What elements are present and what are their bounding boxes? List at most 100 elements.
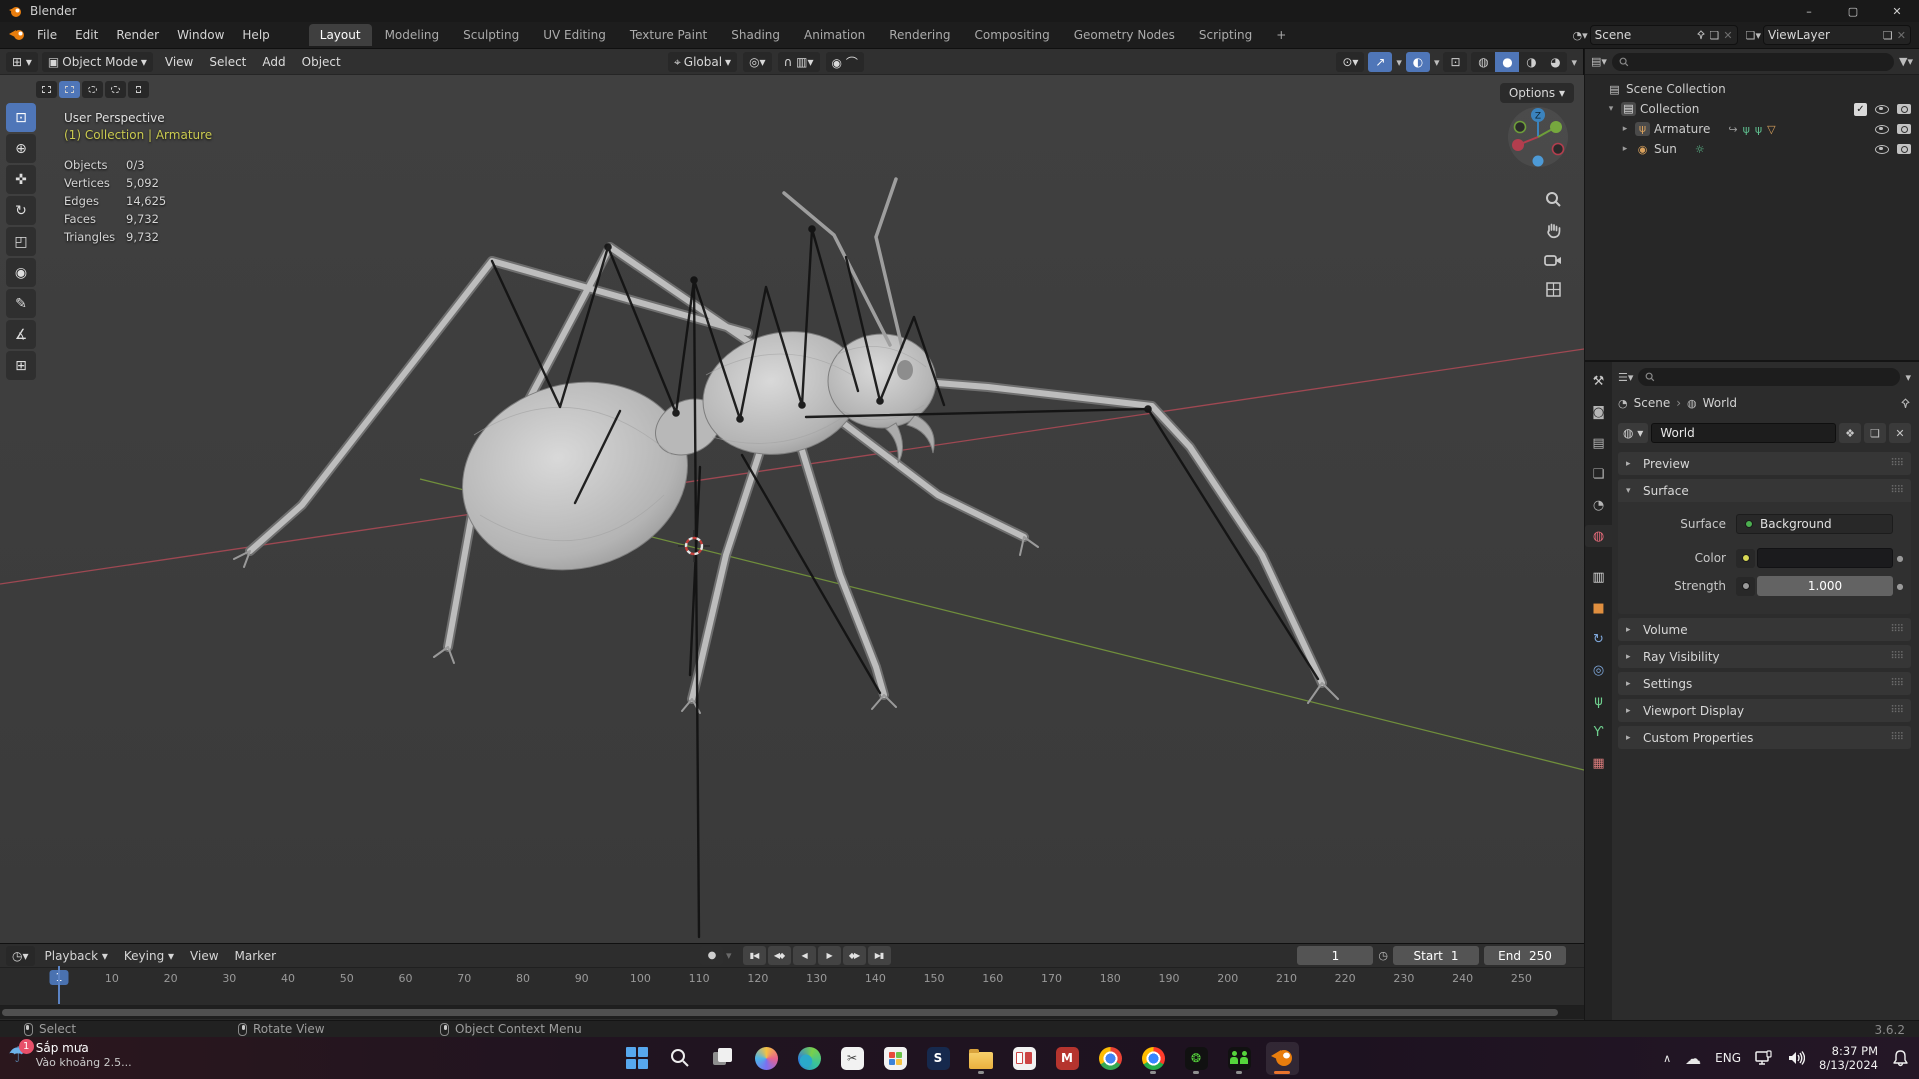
duplicate-button[interactable]: ❏ [1864,423,1886,443]
close-icon[interactable]: ✕ [1723,29,1732,42]
tool-cursor[interactable]: ⊕ [6,134,36,163]
language-indicator[interactable]: ENG [1715,1051,1741,1065]
select-mode-tweak[interactable] [36,81,57,98]
copy-icon[interactable]: ❏ [1710,29,1720,42]
frame-tick-60[interactable]: 60 [399,972,413,985]
gizmo-y-axis[interactable] [1550,121,1562,133]
current-frame-field[interactable]: 1 [1297,946,1373,965]
panel-custom-properties[interactable]: ▸Custom Properties⠿⠿ [1618,726,1911,749]
workspace-tab-uv-editing[interactable]: UV Editing [532,24,617,46]
viewport-3d[interactable]: ⊞ ▾ ▣ Object Mode ▾ ViewSelectAddObject … [0,49,1584,943]
scene-selector[interactable]: ◔▾ Scene ❏ ✕ [1572,25,1737,45]
shading-material-button[interactable]: ◑ [1519,52,1543,72]
panel-settings[interactable]: ▸Settings⠿⠿ [1618,672,1911,695]
panel-ray-visibility[interactable]: ▸Ray Visibility⠿⠿ [1618,645,1911,668]
xray-toggle[interactable]: ⊡ [1443,52,1467,72]
volume-icon[interactable] [1787,1050,1805,1066]
clock-widget[interactable]: 8:37 PM 8/13/2024 [1819,1044,1878,1072]
add-workspace-button[interactable]: + [1265,24,1297,46]
prev-keyframe-button[interactable]: ◀◆ [768,946,791,965]
select-mode-circle[interactable] [82,81,103,98]
hide-eye-icon[interactable] [1875,125,1889,134]
tool-rotate[interactable]: ↻ [6,196,36,225]
file-explorer-button[interactable] [965,1042,998,1075]
tool-move[interactable]: ✜ [6,165,36,194]
windows-start-button[interactable] [621,1042,654,1075]
strength-socket[interactable] [1736,577,1755,596]
shading-wireframe-button[interactable]: ◍ [1471,52,1495,72]
jump-to-end-button[interactable]: ▶▮ [868,946,891,965]
tab-world[interactable]: ◍ [1585,525,1612,547]
zoom-icon[interactable] [1545,191,1562,208]
microsoft-store-button[interactable] [879,1042,912,1075]
frame-tick-100[interactable]: 100 [630,972,651,985]
workspace-tab-sculpting[interactable]: Sculpting [452,24,530,46]
panel-viewport-display[interactable]: ▸Viewport Display⠿⠿ [1618,699,1911,722]
breadcrumb-world[interactable]: World [1703,396,1737,410]
workspace-tab-shading[interactable]: Shading [720,24,791,46]
frame-tick-220[interactable]: 220 [1335,972,1356,985]
color-socket[interactable] [1736,549,1755,568]
onedrive-icon[interactable]: ☁ [1685,1049,1701,1068]
scene-name[interactable]: Scene [1595,28,1692,42]
animate-dot-icon[interactable]: ● [1893,582,1907,591]
editor-type-button[interactable]: ⊞ ▾ [6,52,38,72]
color-swatch[interactable] [1757,548,1893,568]
workspace-tab-modeling[interactable]: Modeling [374,24,451,46]
taskbar-search-button[interactable] [664,1042,697,1075]
frame-tick-200[interactable]: 200 [1217,972,1238,985]
tab-physics[interactable]: ◎ [1585,659,1612,681]
pin-icon[interactable] [1900,398,1911,409]
outliner-row-armature[interactable]: ▸ψArmature↪ψψ▽ [1585,119,1919,139]
tab-object[interactable]: ■ [1585,597,1612,619]
timeline-menu-playback[interactable]: Playback ▾ [37,946,116,966]
snap-toggle[interactable]: ∩ ▥▾ [778,52,820,72]
timeline-scrollbar[interactable] [0,1006,1584,1019]
world-name-field[interactable]: World [1651,423,1836,443]
frame-tick-130[interactable]: 130 [806,972,827,985]
start-frame-field[interactable]: Start1 [1393,946,1479,965]
close-button[interactable]: ✕ [1875,0,1919,22]
viewport-canvas[interactable]: ⊡⊕✜↻◰◉✎∡⊞ User Perspective (1) Collectio… [0,75,1584,943]
frame-tick-160[interactable]: 160 [982,972,1003,985]
workspace-tab-geometry-nodes[interactable]: Geometry Nodes [1063,24,1186,46]
blender-taskbar-button[interactable] [1266,1042,1299,1075]
visibility-dropdown[interactable]: ⊙▾ [1336,52,1364,72]
animate-dot-icon[interactable]: ● [1893,554,1907,563]
task-view-button[interactable] [707,1042,740,1075]
auto-keying-button[interactable]: ● [700,946,723,965]
outliner-row-sun[interactable]: ▸◉Sun☼ [1585,139,1919,159]
frame-tick-80[interactable]: 80 [516,972,530,985]
tab-view-layer[interactable]: ❏ [1585,463,1612,485]
panel-preview[interactable]: ▸Preview⠿⠿ [1618,452,1911,475]
playhead[interactable] [58,966,60,1004]
drag-handle-icon[interactable]: ⠿⠿ [1890,705,1903,716]
frame-tick-210[interactable]: 210 [1276,972,1297,985]
workspace-tab-texture-paint[interactable]: Texture Paint [619,24,718,46]
outliner-display-mode[interactable]: ▤▾ [1591,55,1607,68]
m-app-button[interactable]: M [1051,1042,1084,1075]
drag-handle-icon[interactable]: ⠿⠿ [1890,624,1903,635]
minimize-button[interactable]: – [1787,0,1831,22]
workspace-tab-layout[interactable]: Layout [309,24,372,46]
tool-add-cube[interactable]: ⊞ [6,351,36,380]
timeline-track-area[interactable] [0,990,1584,1006]
tab-collection[interactable]: ▥ [1585,566,1612,588]
menu-file[interactable]: File [28,24,66,46]
copilot-button[interactable] [750,1042,783,1075]
chevron-down-icon[interactable]: ▾ [1396,56,1402,69]
chrome-profile-button[interactable] [1137,1042,1170,1075]
workspace-tab-animation[interactable]: Animation [793,24,876,46]
jump-to-start-button[interactable]: ▮◀ [743,946,766,965]
chevron-down-icon[interactable]: ▾ [1905,371,1911,384]
tab-texture[interactable]: ▦ [1585,752,1612,774]
menu-window[interactable]: Window [168,24,233,46]
frame-tick-140[interactable]: 140 [865,972,886,985]
pin-icon[interactable] [1696,30,1706,40]
drag-handle-icon[interactable]: ⠿⠿ [1890,651,1903,662]
timeline-menu-keying[interactable]: Keying ▾ [116,946,182,966]
hide-eye-icon[interactable] [1875,105,1889,114]
camera-view-icon[interactable] [1544,253,1562,267]
frame-tick-30[interactable]: 30 [222,972,236,985]
mode-selector[interactable]: ▣ Object Mode ▾ [42,52,153,72]
